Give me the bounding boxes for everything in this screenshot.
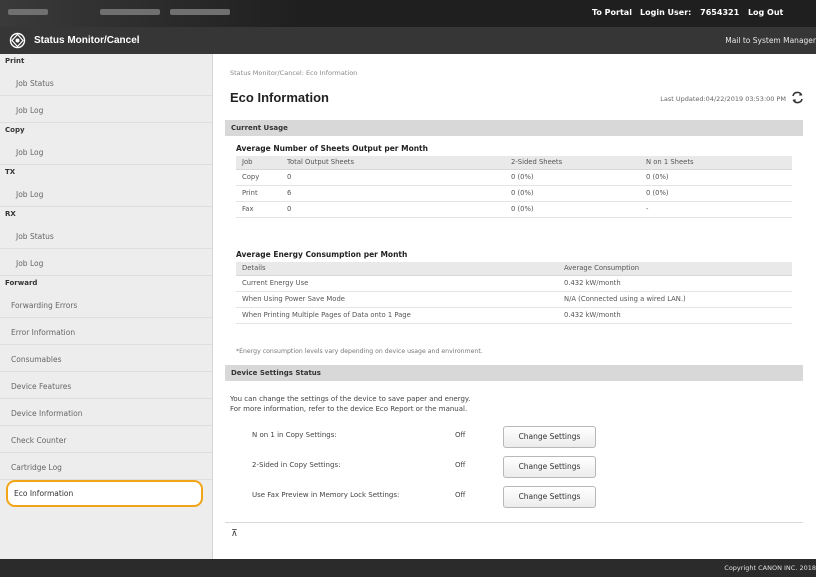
last-updated-text: Last Updated:04/22/2019 03:53:00 PM (660, 95, 786, 103)
sidebar-item-print-job-status[interactable]: Job Status (0, 69, 212, 96)
table-row: Fax 0 0 (0%) - (236, 201, 792, 218)
column-header: N on 1 Sheets (640, 156, 792, 170)
setting-value-fax-preview: Off (455, 491, 466, 499)
login-user-info: Login User: 7654321 Log Out (640, 8, 783, 17)
sidebar-item-consumables[interactable]: Consumables (0, 345, 212, 372)
energy-footnote: *Energy consumption levels vary dependin… (236, 348, 483, 355)
column-header: Total Output Sheets (281, 156, 505, 170)
table-cell: 0 (281, 169, 505, 186)
sidebar-item-copy-job-log[interactable]: Job Log (0, 138, 212, 165)
logout-link[interactable]: Log Out (748, 8, 783, 17)
current-usage-header: Current Usage (225, 120, 803, 136)
table-row: Current Energy Use 0.432 kW/month (236, 275, 792, 292)
copyright-text: Copyright CANON INC. 2018 (724, 564, 816, 572)
table-cell: Print (236, 185, 281, 202)
table-cell: N/A (Connected using a wired LAN.) (558, 291, 792, 308)
table-header-row: Details Average Consumption (236, 262, 792, 276)
table-row: Print 6 0 (0%) 0 (0%) (236, 185, 792, 202)
column-header: Average Consumption (558, 262, 792, 276)
back-to-top-icon[interactable]: ⊼ (231, 529, 238, 539)
description-line: For more information, refer to the devic… (230, 405, 468, 413)
energy-consumption-title: Average Energy Consumption per Month (236, 250, 408, 259)
column-header: Job (236, 156, 281, 170)
table-cell: 6 (281, 185, 505, 202)
table-cell: 0.432 kW/month (558, 275, 792, 292)
table-cell: - (640, 201, 792, 218)
setting-value-n-on-1: Off (455, 431, 466, 439)
table-cell: Current Energy Use (236, 275, 558, 292)
main-content: Status Monitor/Cancel: Eco Information E… (222, 54, 816, 559)
table-cell: 0 (0%) (505, 169, 640, 186)
sidebar-section-tx: TX (5, 168, 16, 176)
table-cell: Fax (236, 201, 281, 218)
sidebar-item-rx-job-log[interactable]: Job Log (0, 249, 212, 276)
change-settings-fax-preview-button[interactable]: Change Settings (503, 486, 596, 508)
setting-label-fax-preview: Use Fax Preview in Memory Lock Settings: (252, 491, 400, 499)
table-header-row: Job Total Output Sheets 2-Sided Sheets N… (236, 156, 792, 170)
status-monitor-icon (9, 32, 26, 49)
mail-to-system-manager-link[interactable]: Mail to System Manager (725, 36, 816, 45)
sidebar-item-device-features[interactable]: Device Features (0, 372, 212, 399)
column-header: Details (236, 262, 558, 276)
sidebar-item-rx-job-status[interactable]: Job Status (0, 222, 212, 249)
divider (225, 522, 803, 523)
device-name-area (0, 0, 300, 27)
breadcrumb: Status Monitor/Cancel: Eco Information (230, 69, 358, 77)
table-cell: 0 (0%) (640, 185, 792, 202)
device-settings-description: You can change the settings of the devic… (230, 394, 470, 414)
login-user-id: 7654321 (700, 8, 740, 17)
table-cell: 0 (0%) (505, 201, 640, 218)
sheets-output-table: Job Total Output Sheets 2-Sided Sheets N… (236, 156, 792, 218)
table-row: When Using Power Save Mode N/A (Connecte… (236, 291, 792, 308)
app-title: Status Monitor/Cancel (34, 35, 140, 46)
setting-label-2-sided: 2-Sided in Copy Settings: (252, 461, 341, 469)
sidebar-item-forwarding-errors[interactable]: Forwarding Errors (0, 291, 212, 318)
table-cell: 0 (0%) (505, 185, 640, 202)
app-title-bar: Status Monitor/Cancel Mail to System Man… (0, 27, 816, 54)
table-cell: 0 (0%) (640, 169, 792, 186)
table-cell: When Using Power Save Mode (236, 291, 558, 308)
sidebar-item-tx-job-log[interactable]: Job Log (0, 180, 212, 207)
change-settings-2-sided-button[interactable]: Change Settings (503, 456, 596, 478)
sidebar-item-eco-information[interactable]: Eco Information (6, 480, 203, 507)
column-header: 2-Sided Sheets (505, 156, 640, 170)
change-settings-n-on-1-button[interactable]: Change Settings (503, 426, 596, 448)
device-settings-header: Device Settings Status (225, 365, 803, 381)
to-portal-link[interactable]: To Portal (592, 8, 632, 17)
sidebar-item-check-counter[interactable]: Check Counter (0, 426, 212, 453)
sidebar-item-error-information[interactable]: Error Information (0, 318, 212, 345)
table-row: Copy 0 0 (0%) 0 (0%) (236, 169, 792, 186)
sidebar: Print Job Status Job Log Copy Job Log TX… (0, 54, 213, 559)
sheets-output-title: Average Number of Sheets Output per Mont… (236, 144, 428, 153)
sidebar-item-cartridge-log[interactable]: Cartridge Log (0, 453, 212, 480)
refresh-icon[interactable] (791, 91, 804, 104)
table-cell: When Printing Multiple Pages of Data ont… (236, 307, 558, 324)
sidebar-section-rx: RX (5, 210, 16, 218)
setting-value-2-sided: Off (455, 461, 466, 469)
sidebar-item-device-information[interactable]: Device Information (0, 399, 212, 426)
sidebar-section-copy: Copy (5, 126, 25, 134)
sidebar-section-print: Print (5, 57, 25, 65)
sidebar-section-forward: Forward (5, 279, 38, 287)
footer: Copyright CANON INC. 2018 (0, 559, 816, 577)
energy-consumption-table: Details Average Consumption Current Ener… (236, 262, 792, 324)
table-cell: Copy (236, 169, 281, 186)
login-user-label: Login User: (640, 8, 692, 17)
table-cell: 0.432 kW/month (558, 307, 792, 324)
top-bar: To Portal Login User: 7654321 Log Out (0, 0, 816, 27)
setting-label-n-on-1: N on 1 in Copy Settings: (252, 431, 337, 439)
page-title: Eco Information (230, 90, 329, 105)
table-cell: 0 (281, 201, 505, 218)
description-line: You can change the settings of the devic… (230, 395, 471, 403)
sidebar-item-print-job-log[interactable]: Job Log (0, 96, 212, 123)
table-row: When Printing Multiple Pages of Data ont… (236, 307, 792, 324)
